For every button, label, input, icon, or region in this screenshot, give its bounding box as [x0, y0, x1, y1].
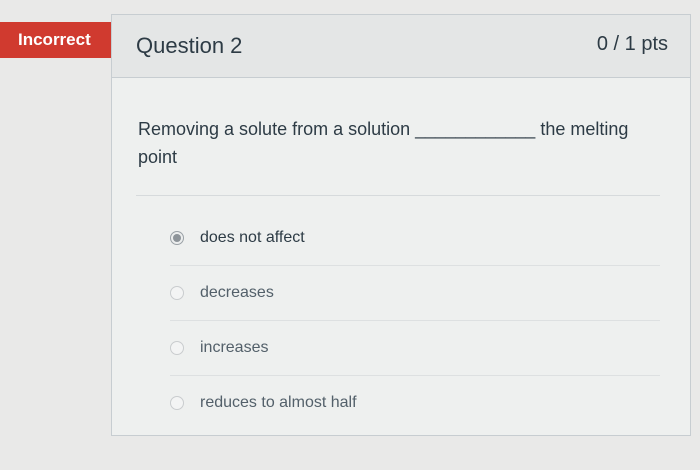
radio-icon[interactable]	[170, 341, 184, 355]
radio-icon[interactable]	[170, 286, 184, 300]
question-text: Removing a solute from a solution ______…	[138, 115, 638, 171]
question-card: Question 2 0 / 1 pts Removing a solute f…	[111, 14, 691, 436]
question-title: Question 2	[136, 33, 243, 58]
answer-label: increases	[200, 339, 269, 356]
question-divider	[136, 195, 660, 196]
question-points: 0 / 1 pts	[596, 33, 668, 55]
radio-icon[interactable]	[170, 396, 184, 410]
question-header: Question 2 0 / 1 pts	[112, 15, 690, 78]
answer-option[interactable]: decreases	[170, 266, 660, 321]
incorrect-badge: Incorrect	[0, 22, 112, 58]
answer-label: decreases	[200, 284, 274, 301]
answer-label: reduces to almost half	[200, 394, 357, 411]
answer-list: does not affect decreases increases redu…	[170, 211, 660, 430]
question-blank: ____________	[415, 119, 536, 139]
answer-option[interactable]: increases	[170, 321, 660, 376]
radio-selected-icon[interactable]	[170, 231, 184, 245]
answer-label: does not affect	[200, 229, 305, 246]
answer-option[interactable]: reduces to almost half	[170, 376, 660, 430]
incorrect-badge-label: Incorrect	[18, 30, 91, 49]
question-text-before: Removing a solute from a solution	[138, 119, 411, 139]
answer-option[interactable]: does not affect	[170, 211, 660, 266]
